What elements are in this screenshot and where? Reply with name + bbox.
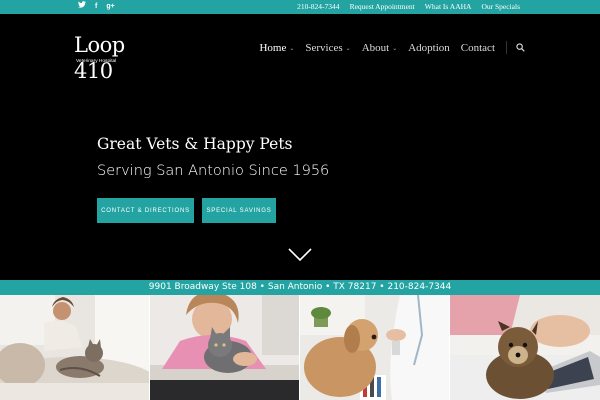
twitter-icon[interactable]: [78, 0, 86, 14]
nav-item-home[interactable]: Home ⌄: [259, 42, 294, 54]
hero-section: Loop 410 Veterinary Hospital Home ⌄ Serv…: [0, 14, 600, 280]
nav-item-label: About: [361, 42, 390, 54]
top-bar: f g+ 210-824-7344 Request Appointment Wh…: [0, 0, 600, 14]
nav-item-label: Contact: [460, 42, 495, 54]
phone-link[interactable]: 210-824-7344: [297, 0, 340, 14]
nav-item-label: Services: [305, 42, 343, 54]
hero-subheadline: Serving San Antonio Since 1956: [97, 163, 330, 179]
special-savings-button[interactable]: SPECIAL SAVINGS: [202, 198, 276, 223]
main-nav: Home ⌄ Services ⌄ About ⌄ Adoption Conta…: [259, 41, 495, 55]
social-links: f g+: [78, 0, 115, 14]
search-icon[interactable]: [516, 43, 525, 52]
facebook-icon[interactable]: f: [95, 0, 97, 14]
our-specials-link[interactable]: Our Specials: [481, 0, 520, 14]
what-is-aaha-link[interactable]: What Is AAHA: [425, 0, 472, 14]
nav-item-services[interactable]: Services ⌄: [305, 42, 350, 54]
nav-item-contact[interactable]: Contact: [461, 42, 495, 54]
nav-item-label: Adoption: [408, 42, 450, 54]
logo-subtitle: Veterinary Hospital: [76, 59, 117, 64]
contact-directions-button[interactable]: CONTACT & DIRECTIONS: [97, 198, 194, 223]
photo-puppy-with-laptop: [450, 295, 600, 400]
nav-item-adoption[interactable]: Adoption: [408, 42, 450, 54]
nav-divider: [506, 41, 507, 54]
nav-item-about[interactable]: About ⌄: [362, 42, 398, 54]
chevron-down-icon: ⌄: [392, 45, 398, 52]
photo-woman-with-cat: [0, 295, 150, 400]
chevron-down-icon[interactable]: [288, 248, 312, 262]
chevron-down-icon: ⌄: [345, 45, 351, 52]
photo-strip: [0, 295, 600, 400]
photo-vet-with-dog: [300, 295, 450, 400]
photo-girl-with-kitten: [150, 295, 300, 400]
chevron-down-icon: ⌄: [289, 45, 295, 52]
hero-headline: Great Vets & Happy Pets: [97, 135, 293, 153]
top-links: 210-824-7344 Request Appointment What Is…: [297, 0, 520, 14]
request-appointment-link[interactable]: Request Appointment: [350, 0, 415, 14]
site-logo[interactable]: Loop 410 Veterinary Hospital: [74, 32, 158, 83]
logo-text: Loop 410: [74, 33, 125, 83]
nav-item-label: Home: [259, 42, 287, 54]
address-bar: 9901 Broadway Ste 108 • San Antonio • TX…: [0, 280, 600, 295]
google-plus-icon[interactable]: g+: [106, 0, 114, 14]
